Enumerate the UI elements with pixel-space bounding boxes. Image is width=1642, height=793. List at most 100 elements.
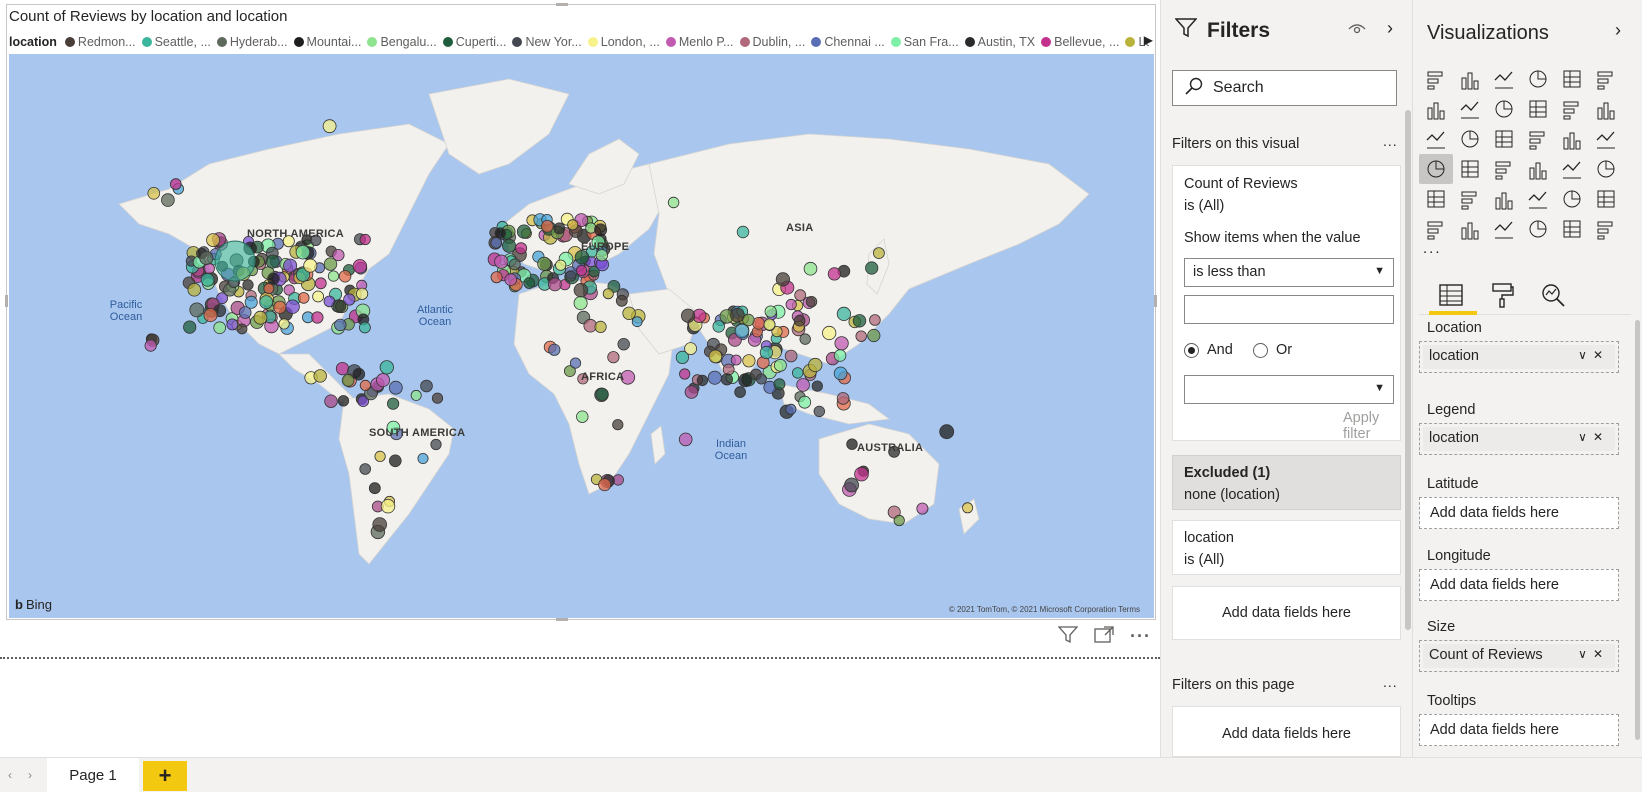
map-bubble[interactable] — [708, 349, 723, 364]
focus-mode-icon[interactable] — [1094, 626, 1114, 649]
more-options-icon[interactable]: ··· — [1130, 626, 1151, 649]
map-bubble[interactable] — [553, 222, 566, 235]
map-bubble[interactable] — [846, 438, 858, 450]
map-bubble[interactable] — [869, 314, 881, 326]
clustered-column-icon[interactable] — [1521, 64, 1555, 94]
donut-chart-icon[interactable] — [1555, 124, 1589, 154]
map-bubble[interactable] — [555, 259, 567, 271]
map-bubble[interactable] — [833, 366, 848, 381]
clustered-bar-icon[interactable] — [1487, 64, 1521, 94]
map-bubble[interactable] — [774, 358, 787, 372]
well-location[interactable]: location ∨✕ — [1419, 341, 1619, 373]
map-bubble[interactable] — [798, 395, 812, 409]
map-bubble[interactable] — [537, 256, 552, 271]
well-field-chip[interactable]: location ∨✕ — [1423, 345, 1615, 369]
map-bubble[interactable] — [312, 290, 325, 303]
map-bubble[interactable] — [214, 240, 256, 282]
or-radio[interactable]: Or — [1253, 342, 1292, 358]
format-paint-roller-icon[interactable] — [1481, 279, 1525, 311]
condition-dropdown[interactable]: is less than ▼ — [1184, 258, 1394, 287]
stacked-bar-icon[interactable] — [1419, 64, 1453, 94]
map-bubble[interactable] — [297, 292, 310, 304]
map-bubble[interactable] — [569, 357, 582, 369]
map-bubble[interactable] — [813, 405, 826, 418]
fields-tab-icon[interactable] — [1429, 279, 1473, 311]
map-bubble[interactable] — [417, 452, 429, 464]
collapse-filters-chevron-icon[interactable]: › — [1387, 18, 1393, 39]
map-bubble[interactable] — [332, 299, 347, 314]
filters-search-input[interactable]: Search — [1172, 70, 1397, 106]
map-bubble[interactable] — [696, 374, 709, 387]
map-bubble[interactable] — [805, 295, 818, 308]
legend-item[interactable]: London, ... — [587, 35, 660, 49]
condition-value-input[interactable] — [1184, 295, 1394, 324]
collapse-viz-chevron-icon[interactable]: › — [1615, 20, 1621, 41]
apply-filter-button[interactable]: Apply filter — [1343, 410, 1400, 442]
map-bubble[interactable] — [295, 244, 311, 260]
map-bubble[interactable] — [834, 336, 849, 351]
map-bubble[interactable] — [548, 277, 562, 292]
map-bubble[interactable] — [893, 514, 905, 527]
python-visual-icon[interactable] — [1555, 184, 1589, 214]
map-bubble[interactable] — [374, 450, 386, 462]
map-bubble[interactable] — [410, 389, 422, 401]
map-bubble[interactable] — [430, 438, 442, 451]
map-bubble[interactable] — [508, 258, 521, 271]
matrix-icon[interactable] — [1487, 184, 1521, 214]
map-bubble[interactable] — [380, 499, 396, 514]
map-bubble[interactable] — [170, 178, 182, 190]
map-bubble[interactable] — [565, 270, 577, 282]
treemap-icon[interactable] — [1589, 124, 1623, 154]
power-apps-icon[interactable] — [1589, 214, 1623, 244]
legend-next-arrow-icon[interactable]: ▶ — [1144, 33, 1153, 47]
map-bubble[interactable] — [836, 392, 850, 405]
map-bubble[interactable] — [388, 454, 402, 468]
map-bubble[interactable] — [494, 227, 507, 239]
add-fields-visual-well[interactable]: Add data fields here — [1172, 586, 1401, 640]
map-bubble[interactable] — [200, 272, 215, 287]
legend-item[interactable]: Menlo P... — [665, 35, 734, 49]
map-bubble[interactable] — [283, 258, 298, 273]
key-influencers-icon[interactable] — [1589, 184, 1623, 214]
map-bubble[interactable] — [594, 223, 608, 237]
map-bubble[interactable] — [501, 238, 516, 253]
map-bubble[interactable] — [359, 379, 371, 391]
map-bubble[interactable] — [147, 187, 161, 200]
filter-card-count-of-reviews[interactable]: Count of Reviews is (All) Show items whe… — [1172, 165, 1401, 442]
map-bubble[interactable] — [667, 196, 680, 209]
map-bubble[interactable] — [420, 379, 433, 393]
legend-item[interactable]: Mountai... — [293, 35, 361, 49]
map-bubble[interactable] — [734, 386, 746, 398]
map-bubble[interactable] — [388, 380, 403, 395]
r-visual-icon[interactable] — [1521, 184, 1555, 214]
map-bubble[interactable] — [622, 306, 636, 320]
map-bubble[interactable] — [675, 350, 690, 364]
well-tooltips[interactable]: Add data fields here — [1419, 714, 1619, 746]
map-bubble[interactable] — [785, 403, 797, 415]
arcgis-map-icon[interactable] — [1555, 214, 1589, 244]
map-bubble[interactable] — [865, 261, 879, 275]
well-longitude[interactable]: Add data fields here — [1419, 569, 1619, 601]
filters-on-visual-more[interactable]: ... — [1383, 133, 1398, 149]
filters-on-page-more[interactable]: ... — [1383, 674, 1398, 690]
map-bubble[interactable] — [836, 306, 852, 321]
stacked-area-icon[interactable] — [1487, 94, 1521, 124]
resize-handle-right[interactable] — [1154, 295, 1157, 307]
map-bubble[interactable] — [720, 373, 734, 386]
100-stacked-bar-icon[interactable] — [1555, 64, 1589, 94]
line-chart-icon[interactable] — [1419, 94, 1453, 124]
map-bubble[interactable] — [490, 237, 502, 249]
map-bubble[interactable] — [199, 251, 214, 266]
map-bubble[interactable] — [358, 321, 371, 334]
map-bubble[interactable] — [206, 233, 221, 248]
chevron-and-remove-icons[interactable]: ∨✕ — [1578, 647, 1609, 661]
map-bubble[interactable] — [327, 270, 340, 282]
map-bubble[interactable] — [322, 119, 337, 134]
well-latitude[interactable]: Add data fields here — [1419, 497, 1619, 529]
map-bubble[interactable] — [573, 282, 589, 298]
card-icon[interactable] — [1521, 154, 1555, 184]
filter-card-excluded[interactable]: Excluded (1) none (location) — [1172, 455, 1401, 510]
map-bubble[interactable] — [811, 380, 823, 392]
map-visual[interactable]: Count of Reviews by location and locatio… — [5, 3, 1157, 621]
map-bubble[interactable] — [379, 360, 394, 375]
